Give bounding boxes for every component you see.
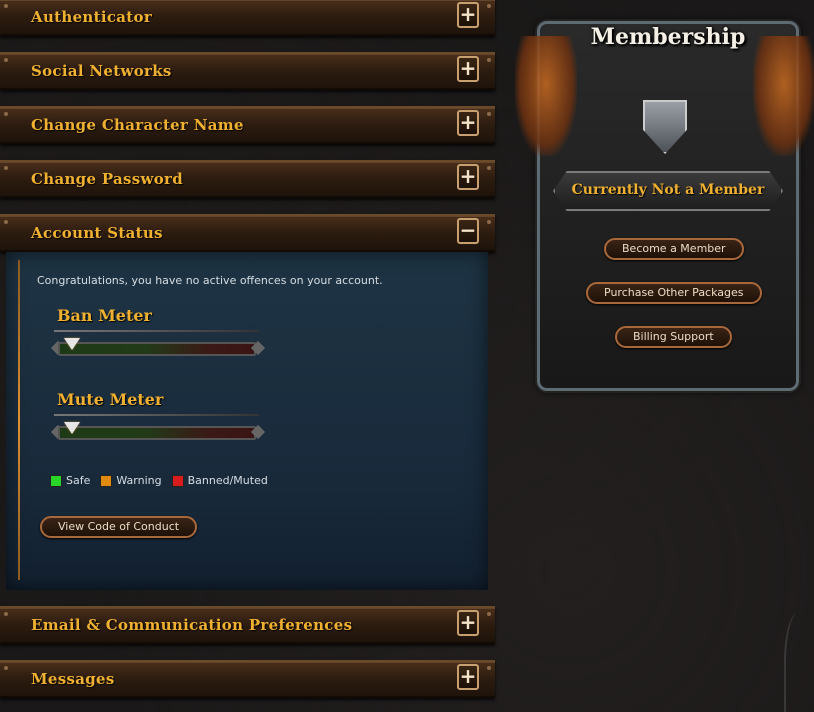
- purchase-packages-button[interactable]: Purchase Other Packages: [586, 282, 762, 304]
- meter-track: [58, 342, 256, 356]
- ban-meter: [50, 338, 266, 360]
- membership-status: Currently Not a Member: [571, 182, 765, 198]
- billing-support-button[interactable]: Billing Support: [615, 326, 732, 348]
- expand-icon[interactable]: +: [457, 2, 479, 28]
- divider: [54, 414, 259, 416]
- meter-marker-icon: [64, 422, 80, 434]
- view-code-of-conduct-button[interactable]: View Code of Conduct: [40, 516, 198, 538]
- expand-icon[interactable]: +: [457, 664, 479, 690]
- section-email-preferences[interactable]: Email & Communication Preferences +: [0, 606, 495, 644]
- section-label: Authenticator: [31, 8, 153, 26]
- section-social-networks[interactable]: Social Networks +: [0, 52, 495, 90]
- expand-icon[interactable]: +: [457, 110, 479, 136]
- expand-icon[interactable]: +: [457, 164, 479, 190]
- membership-title: Membership: [590, 24, 746, 50]
- divider: [54, 330, 259, 332]
- membership-box: Membership Currently Not a Member Become…: [515, 6, 814, 398]
- warning-swatch-icon: [100, 474, 113, 487]
- legend-label: Warning: [116, 474, 162, 487]
- section-authenticator[interactable]: Authenticator +: [0, 0, 495, 36]
- legend-label: Banned/Muted: [187, 474, 268, 487]
- legend-item-warning: Warning: [100, 474, 162, 487]
- panel-divider: [18, 260, 20, 580]
- legend-item-banned: Banned/Muted: [171, 474, 268, 487]
- mute-meter-title: Mute Meter: [57, 390, 164, 409]
- meter-marker-icon: [64, 338, 80, 350]
- become-member-button[interactable]: Become a Member: [604, 238, 744, 260]
- section-label: Email & Communication Preferences: [31, 616, 353, 634]
- banned-swatch-icon: [171, 474, 184, 487]
- section-label: Change Character Name: [31, 116, 244, 134]
- safe-swatch-icon: [50, 474, 62, 487]
- mute-meter: [50, 422, 266, 444]
- section-change-character-name[interactable]: Change Character Name +: [0, 106, 495, 144]
- meter-track: [58, 426, 256, 440]
- account-status-panel: Congratulations, you have no active offe…: [6, 252, 488, 590]
- expand-icon[interactable]: +: [457, 56, 479, 82]
- section-label: Change Password: [31, 170, 184, 188]
- legend-item-safe: Safe: [50, 474, 90, 487]
- section-account-status[interactable]: Account Status −: [0, 214, 495, 252]
- section-label: Messages: [31, 670, 115, 688]
- section-change-password[interactable]: Change Password +: [0, 160, 495, 198]
- background-ornament: [784, 612, 814, 712]
- shield-icon: [643, 100, 687, 154]
- section-messages[interactable]: Messages +: [0, 660, 495, 698]
- legend-label: Safe: [66, 474, 91, 487]
- collapse-icon[interactable]: −: [457, 218, 479, 244]
- meter-legend: Safe Warning Banned/Muted: [50, 474, 268, 487]
- status-message: Congratulations, you have no active offe…: [37, 274, 383, 287]
- section-label: Account Status: [31, 224, 163, 242]
- crest-icon: [630, 80, 700, 170]
- dragon-right-icon: [753, 36, 814, 156]
- dragon-left-icon: [515, 36, 577, 156]
- section-label: Social Networks: [31, 62, 172, 80]
- ban-meter-title: Ban Meter: [57, 306, 152, 325]
- expand-icon[interactable]: +: [457, 610, 479, 636]
